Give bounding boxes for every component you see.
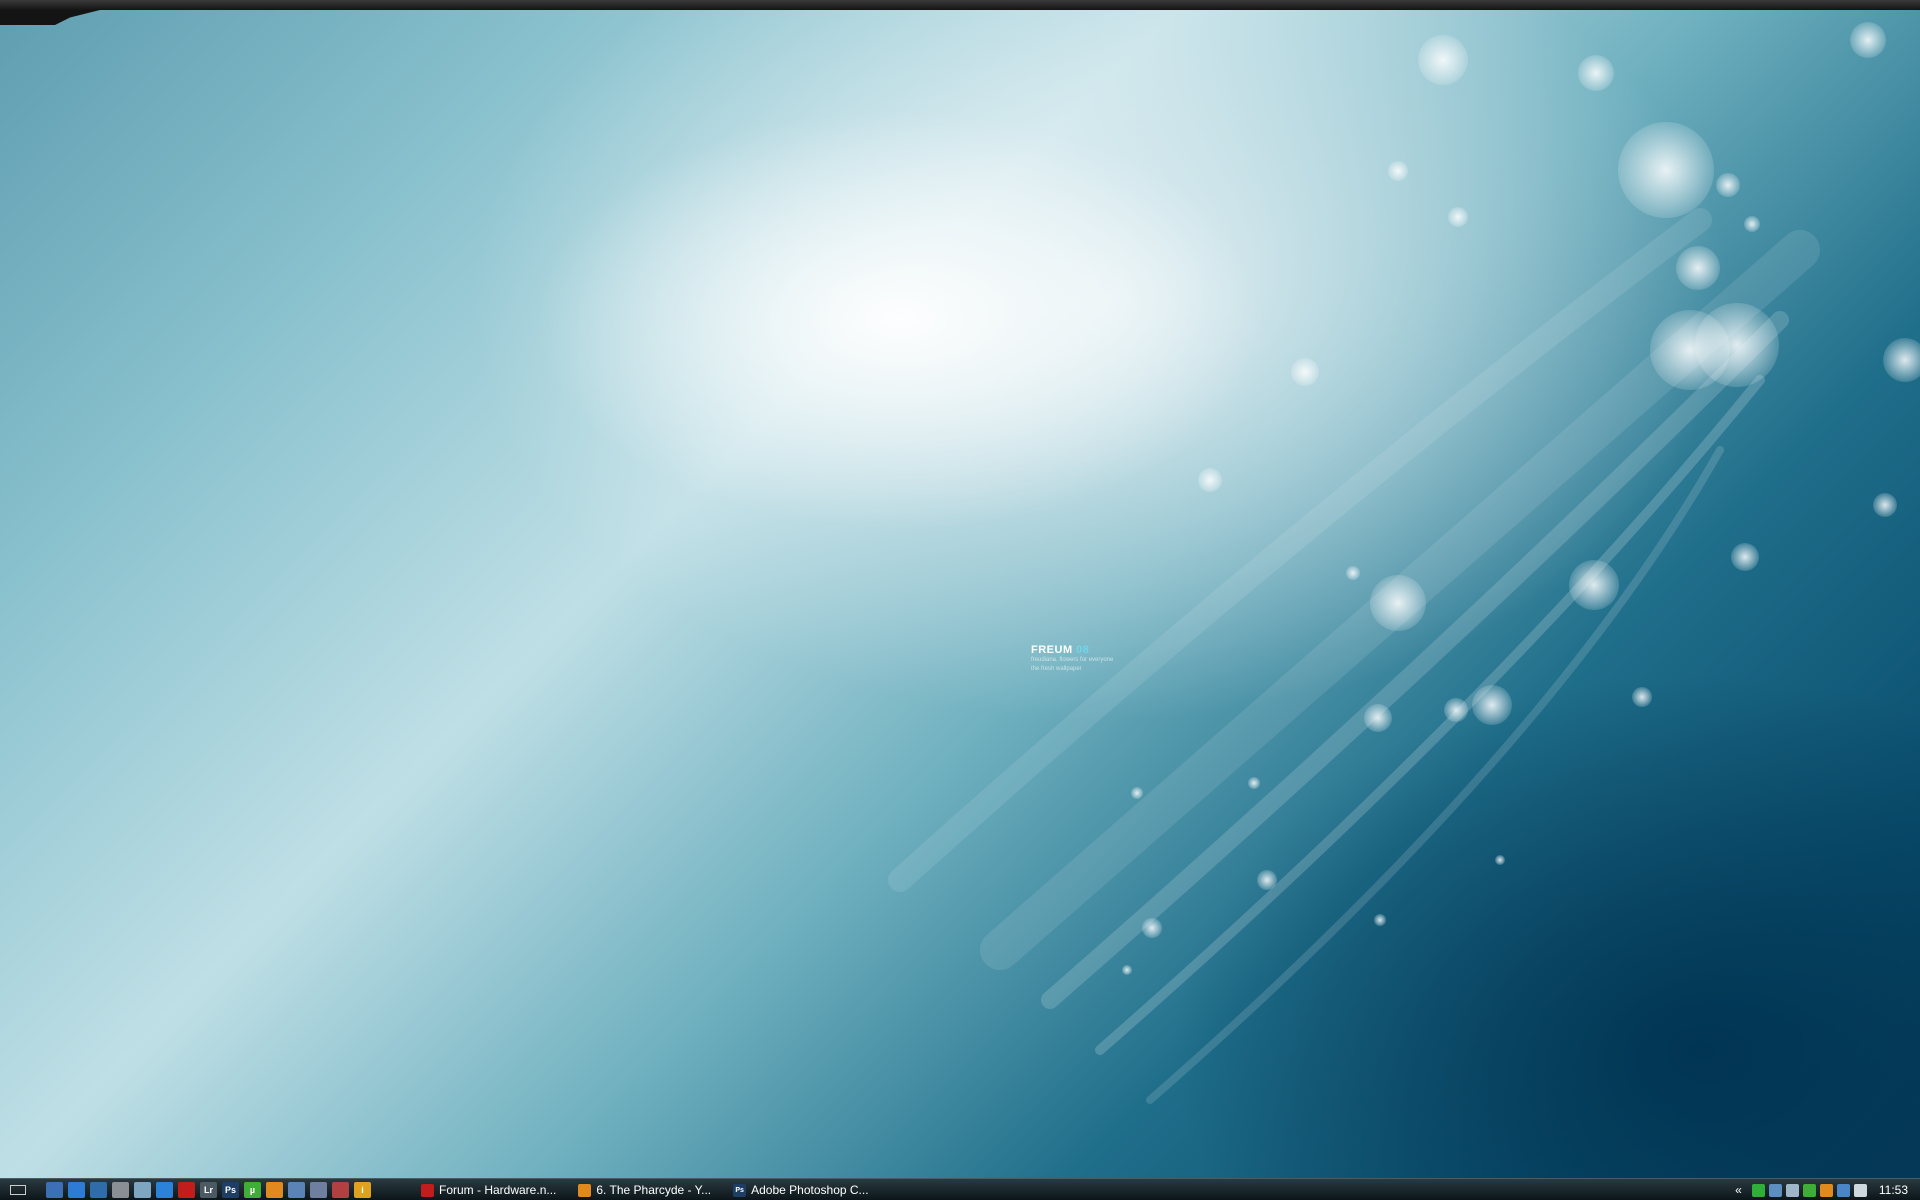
utorrent-tray-icon[interactable] — [1802, 1183, 1816, 1197]
tray-icons — [1751, 1183, 1867, 1197]
task-buttons: Forum - Hardware.n... 6. The Pharcyde - Y… — [421, 1183, 869, 1197]
firefox-icon — [578, 1183, 592, 1197]
wallpaper-subtitle-2: the fresh wallpaper — [1031, 666, 1082, 672]
quick-launch-bar: Lr Ps µ i — [46, 1182, 371, 1198]
volume-icon[interactable] — [1853, 1183, 1867, 1197]
grid-icon[interactable] — [310, 1182, 327, 1198]
clock[interactable]: 11:53 — [1879, 1183, 1908, 1197]
wallpaper-subtitle-1: freudiana. flowers for everyone — [1031, 657, 1114, 663]
window-icon[interactable] — [68, 1182, 85, 1198]
wallpaper-label: FREUM 08 freudiana. flowers for everyone… — [1031, 644, 1113, 674]
task-forum-label: Forum - Hardware.n... — [439, 1183, 557, 1197]
top-bar — [0, 0, 1920, 10]
messenger-icon[interactable] — [1785, 1183, 1799, 1197]
screen-icon[interactable] — [90, 1182, 107, 1198]
task-photoshop-button[interactable]: Ps Adobe Photoshop C... — [733, 1183, 869, 1197]
recycle-bin-icon[interactable] — [134, 1182, 151, 1198]
top-bar-corner — [0, 10, 100, 25]
media-play-icon[interactable] — [1751, 1183, 1765, 1197]
show-desktop-button[interactable] — [10, 1185, 26, 1195]
info-icon[interactable]: i — [354, 1182, 371, 1198]
taskbar: Lr Ps µ i Forum - Hardware.n... 6. The Pharc… — [0, 1178, 1920, 1200]
task-forum-button[interactable]: Forum - Hardware.n... — [421, 1183, 556, 1197]
wallpaper-title-text: FREUM — [1031, 644, 1073, 656]
photoshop-icon: Ps — [733, 1183, 747, 1197]
utorrent-icon[interactable]: µ — [244, 1182, 261, 1198]
lightroom-icon[interactable]: Lr — [200, 1182, 217, 1198]
wallpaper-year: 08 — [1076, 644, 1090, 656]
computer-icon[interactable] — [46, 1182, 63, 1198]
virus-icon[interactable] — [332, 1182, 349, 1198]
firefox-icon[interactable] — [266, 1182, 283, 1198]
wallpaper-title: FREUM 08 — [1031, 644, 1113, 656]
network-icon[interactable] — [1836, 1183, 1850, 1197]
tray-expand-button[interactable]: « — [1735, 1183, 1742, 1197]
opera-icon[interactable] — [178, 1182, 195, 1198]
network-icon[interactable] — [288, 1182, 305, 1198]
task-photoshop-label: Adobe Photoshop C... — [751, 1183, 869, 1197]
internet-explorer-icon[interactable] — [156, 1182, 173, 1198]
tools-icon[interactable] — [112, 1182, 129, 1198]
desktop[interactable]: FREUM 08 freudiana. flowers for everyone… — [0, 0, 1920, 1200]
network-monitor-icon[interactable] — [1768, 1183, 1782, 1197]
photoshop-icon[interactable]: Ps — [222, 1182, 239, 1198]
wallpaper-art — [888, 22, 1920, 1104]
opera-icon — [421, 1183, 434, 1197]
task-pharcyde-button[interactable]: 6. The Pharcyde - Y... — [578, 1183, 711, 1197]
firefox-tray-icon[interactable] — [1819, 1183, 1833, 1197]
task-pharcyde-label: 6. The Pharcyde - Y... — [596, 1183, 712, 1197]
system-tray: « 11:53 — [1735, 1183, 1920, 1197]
